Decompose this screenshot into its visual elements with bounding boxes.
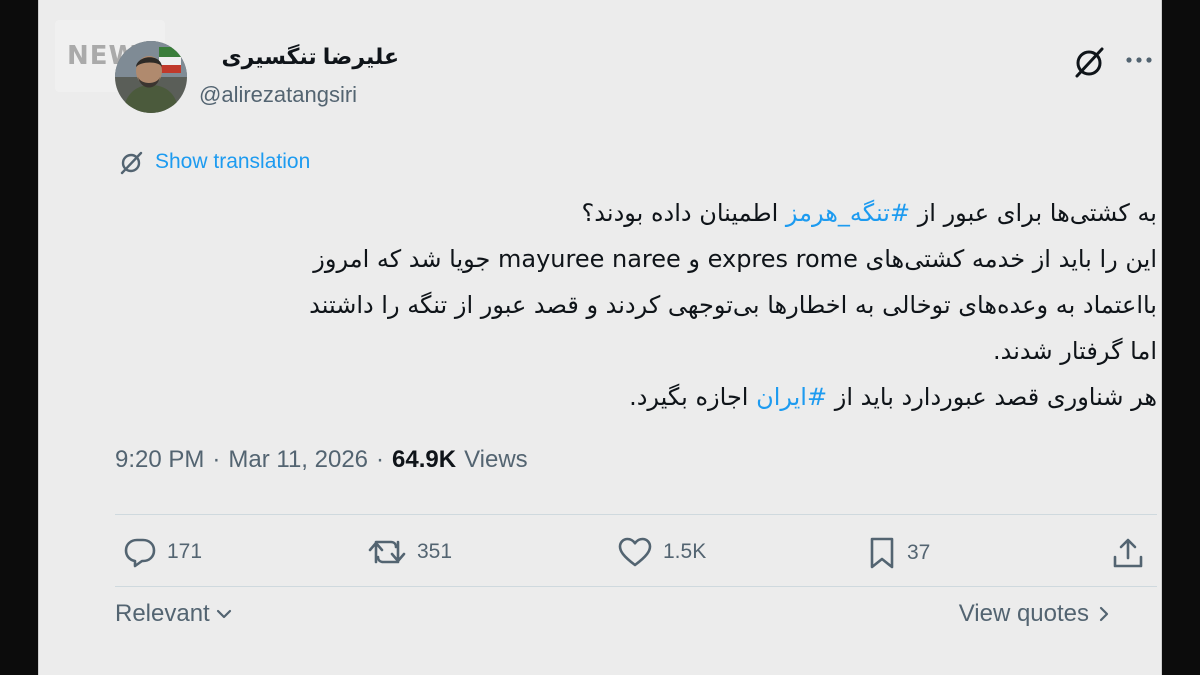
tweet-card: NEWS علیرضا تنگسیری @alirezatangsiri Sho… xyxy=(38,0,1162,675)
sort-dropdown[interactable]: Relevant xyxy=(115,600,234,628)
hashtag-link[interactable]: #ایران xyxy=(756,383,827,411)
view-quotes-link[interactable]: View quotes xyxy=(959,600,1111,628)
like-icon xyxy=(618,537,652,567)
like-button[interactable]: 1.5K xyxy=(617,536,706,568)
reply-count: 171 xyxy=(167,540,203,563)
action-bar: 171 351 1.5K 37 xyxy=(115,536,1157,586)
meta-separator: · xyxy=(212,446,221,473)
bookmark-button[interactable]: 37 xyxy=(867,536,930,570)
divider xyxy=(115,586,1157,587)
share-icon xyxy=(1113,538,1143,568)
show-translation-label: Show translation xyxy=(155,150,311,173)
share-button[interactable] xyxy=(1111,536,1145,570)
author-name-text: علیرضا تنگسیری xyxy=(221,44,399,69)
tweet-text: به کشتی‌ها برای عبور از #تنگه_هرمز اطمین… xyxy=(115,190,1157,420)
reply-button[interactable]: 171 xyxy=(123,536,202,568)
tweet-text-segment: به کشتی‌ها برای عبور از xyxy=(910,199,1157,227)
tweet-line-1: به کشتی‌ها برای عبور از #تنگه_هرمز اطمین… xyxy=(115,190,1157,236)
tweet-time[interactable]: 9:20 PM xyxy=(115,446,204,474)
views-label: Views xyxy=(464,446,528,473)
grok-icon[interactable] xyxy=(1069,44,1109,80)
more-icon[interactable] xyxy=(1121,44,1157,76)
tweet-text-segment: اجازه بگیرد. xyxy=(629,383,757,411)
author-handle[interactable]: @alirezatangsiri xyxy=(199,82,357,108)
tweet-date[interactable]: Mar 11, 2026 xyxy=(228,446,368,474)
repost-icon xyxy=(368,540,406,564)
show-translation-button[interactable]: Show translation xyxy=(117,149,310,175)
reply-icon xyxy=(124,538,156,568)
tweet-meta: 9:20 PM · Mar 11, 2026 · 64.9K Views xyxy=(115,446,528,474)
chevron-right-icon xyxy=(1099,606,1109,622)
chevron-down-icon xyxy=(216,609,231,619)
hashtag-link[interactable]: #تنگه_هرمز xyxy=(786,199,910,227)
divider xyxy=(115,514,1157,515)
avatar[interactable] xyxy=(115,41,187,113)
like-count: 1.5K xyxy=(663,540,707,563)
repost-count: 351 xyxy=(417,540,453,563)
tweet-text-segment: اطمینان داده بودند؟ xyxy=(581,199,786,227)
tweet-line-2: این را باید از خدمه کشتی‌های expres rome… xyxy=(313,245,1157,273)
views-count: 64.9K xyxy=(392,446,457,473)
tweet-line-4: اما گرفتار شدند. xyxy=(993,337,1157,365)
translate-icon xyxy=(120,151,143,175)
tweet-text-segment: هر شناوری قصد عبوردارد باید از xyxy=(827,383,1157,411)
sort-label: Relevant xyxy=(115,600,210,627)
bookmark-count: 37 xyxy=(907,541,931,564)
view-quotes-label: View quotes xyxy=(958,600,1089,627)
tweet-line-3: بااعتماد به وعده‌های توخالی به اخطارها ب… xyxy=(309,291,1157,319)
tweet-line-5: هر شناوری قصد عبوردارد باید از #ایران اج… xyxy=(115,374,1157,420)
bookmark-icon xyxy=(870,537,894,569)
meta-separator: · xyxy=(376,446,385,473)
repost-button[interactable]: 351 xyxy=(367,536,452,568)
author-display-name[interactable]: علیرضا تنگسیری xyxy=(199,44,399,70)
